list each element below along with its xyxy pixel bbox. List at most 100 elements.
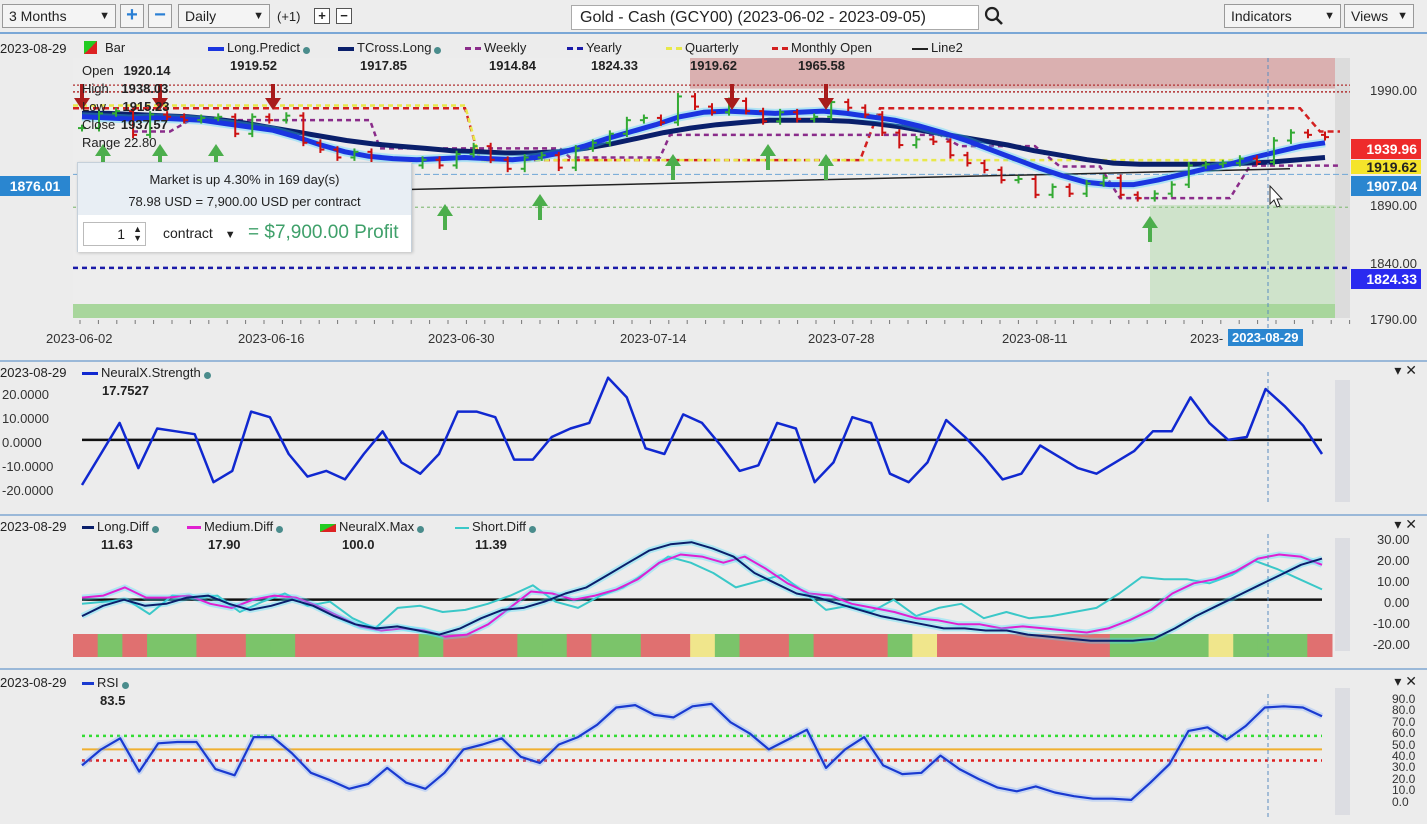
settings-dot-icon[interactable] — [303, 47, 310, 54]
legend-name: Medium.Diff — [204, 519, 274, 534]
neuralx-max-block — [616, 634, 642, 657]
y-tick: 0.0 — [1392, 794, 1409, 809]
legend-name: Monthly Open — [791, 40, 872, 55]
indicators-label: Indicators — [1231, 8, 1292, 24]
legend-name: Quarterly — [685, 40, 739, 55]
x-tick: 2023-07-14 — [620, 331, 687, 346]
legend-value: 11.39 — [475, 537, 507, 552]
legend-weekly: Weekly 1914.84 — [465, 40, 536, 73]
settings-dot-icon[interactable] — [434, 47, 442, 54]
panel-controls: ▾ ✕ — [1394, 516, 1417, 533]
symbol-input[interactable]: Gold - Cash (GCY00) (2023-06-02 - 2023-0… — [571, 5, 979, 30]
legend-name: TCross.Long — [357, 40, 432, 55]
neuralx-max-block — [295, 634, 321, 657]
neuralx-max-block — [838, 634, 864, 657]
settings-dot-icon[interactable] — [203, 372, 211, 379]
y-tick: 20.0000 — [2, 387, 49, 402]
offset-plus-button[interactable]: + — [314, 8, 330, 24]
neuralx-max-block — [1085, 634, 1111, 657]
legend-yearly: Yearly 1824.33 — [567, 40, 638, 73]
panel-menu-icon[interactable]: ▾ — [1394, 516, 1401, 532]
rsi-chart[interactable] — [0, 670, 1427, 824]
legend-line2: Line2 — [912, 40, 963, 55]
neuralx-max-block — [122, 634, 148, 657]
close-icon[interactable]: ✕ — [1405, 673, 1417, 689]
settings-dot-icon[interactable] — [528, 526, 536, 533]
settings-dot-icon[interactable] — [121, 682, 129, 689]
panel-date: 2023-08-29 — [0, 675, 67, 690]
legend-long-predict: Long.Predict 1919.52 — [208, 40, 310, 73]
x-highlight-date: 2023-08-29 — [1228, 329, 1303, 346]
y-tick: 1990.00 — [1370, 83, 1417, 98]
swatch-icon — [567, 47, 583, 51]
zoom-in-button[interactable]: + — [120, 4, 144, 28]
neuralx-max-block — [1208, 634, 1234, 657]
strength-chart[interactable] — [0, 362, 1427, 512]
legend-tcross-long: TCross.Long 1917.85 — [338, 40, 442, 73]
bar-icon — [84, 41, 97, 54]
y-tick: 30.00 — [1377, 532, 1410, 547]
neuralx-max-block — [221, 634, 247, 657]
panel-menu-icon[interactable]: ▾ — [1394, 362, 1401, 378]
neuralx-max-block — [986, 634, 1012, 657]
legend-strength: NeuralX.Strength 17.7527 — [82, 365, 211, 398]
legend-value: 83.5 — [100, 693, 126, 708]
unit-select[interactable]: contract ▼ — [163, 225, 236, 241]
neuralx-max-block — [196, 634, 222, 657]
y-tick: -20.00 — [1373, 637, 1410, 652]
neuralx-max-block — [937, 634, 963, 657]
stepper-arrows-icon[interactable]: ▲ ▼ — [133, 225, 142, 243]
neuralx-max-block — [961, 634, 987, 657]
close-icon[interactable]: ✕ — [1405, 516, 1417, 532]
price-panel: 2023-08-29 Bar Long.Predict 1919.52 TCro… — [0, 36, 1427, 358]
panel-date: 2023-08-29 — [0, 519, 67, 534]
views-dropdown[interactable]: Views ▼ — [1344, 4, 1414, 28]
panel-menu-icon[interactable]: ▾ — [1394, 673, 1401, 689]
search-icon[interactable] — [984, 6, 1004, 26]
zoom-out-button[interactable]: − — [148, 4, 172, 28]
legend-name: Long.Diff — [97, 519, 149, 534]
close-value: 1937.57 — [120, 117, 168, 132]
quantity-value: 1 — [117, 226, 125, 242]
arrow-shaft — [538, 206, 542, 220]
y-tick: 1890.00 — [1370, 198, 1417, 213]
swatch-icon — [666, 47, 682, 51]
x-tick: 2023-06-30 — [428, 331, 495, 346]
indicators-dropdown[interactable]: Indicators ▼ — [1224, 4, 1341, 28]
rsi-line-glow — [80, 700, 1324, 803]
low-label: Low — [82, 99, 106, 114]
chevron-down-icon: ▼ — [1324, 10, 1335, 22]
y-tick: 0.00 — [1384, 595, 1410, 610]
x-tick: 2023-07-28 — [808, 331, 875, 346]
legend-value: 1965.58 — [798, 58, 845, 73]
target-zone — [1150, 204, 1350, 318]
y-tick: -10.0000 — [2, 459, 54, 474]
swatch-icon — [82, 372, 98, 376]
high-label: High — [82, 81, 109, 96]
legend-value: 100.0 — [342, 537, 375, 552]
arrow-shaft — [1148, 228, 1152, 242]
high-value: 1938.03 — [121, 81, 169, 96]
strength-line — [80, 376, 1324, 486]
views-label: Views — [1351, 8, 1389, 24]
panel-date: 2023-08-29 — [0, 41, 67, 56]
settings-dot-icon[interactable] — [276, 526, 284, 533]
neuralx-max-block — [344, 634, 370, 657]
legend-value: 1824.33 — [591, 58, 638, 73]
panel-controls: ▾ ✕ — [1394, 673, 1417, 690]
profit-tooltip: Market is up 4.30% in 169 day(s) 78.98 U… — [77, 162, 412, 252]
range-select[interactable]: 3 Months ▼ — [2, 4, 116, 28]
ohlc-readout: Open 1920.14 High 1938.03 Low 1915.23 Cl… — [82, 62, 170, 152]
neuralx-max-block — [517, 634, 543, 657]
neuralx-max-block — [566, 634, 592, 657]
quantity-stepper[interactable]: 1 ▲ ▼ — [83, 222, 146, 246]
settings-dot-icon[interactable] — [151, 526, 159, 533]
neuralx-max-block — [862, 634, 889, 657]
legend-neuralx-max: NeuralX.Max 100.0 — [320, 519, 425, 552]
settings-dot-icon[interactable] — [417, 526, 425, 533]
close-icon[interactable]: ✕ — [1405, 362, 1417, 378]
interval-select[interactable]: Daily ▼ — [178, 4, 270, 28]
last-price-tag: 1939.96 — [1351, 139, 1421, 159]
swatch-icon — [82, 526, 94, 530]
offset-minus-button[interactable]: − — [336, 8, 352, 24]
